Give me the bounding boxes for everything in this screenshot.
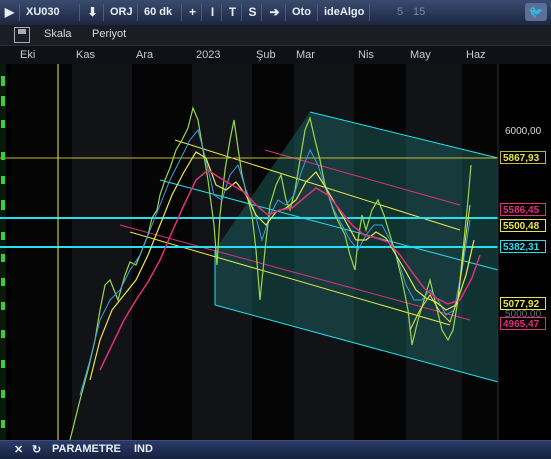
month-label: Kas [76,49,95,61]
plus-icon[interactable]: + [184,4,202,21]
save-icon[interactable] [14,27,30,43]
price-tick-6000: 6000,00 [505,126,542,137]
play-icon[interactable]: ▶ [0,4,20,21]
close-icon[interactable]: ✕ [14,443,23,456]
idealgo-button[interactable]: ideAlgo [320,4,370,21]
month-label: Haz [466,49,486,61]
period-button[interactable]: 60 dk [140,4,182,21]
price-tag-5867: 5867,93 [500,151,546,164]
ind-button[interactable]: IND [134,443,153,455]
month-label: Mar [296,49,315,61]
month-label: Ara [136,49,154,61]
month-label: Şub [256,49,276,61]
chart-toolbar: Skala Periyot [0,25,551,46]
bottom-toolbar: ✕ ↻ PARAMETRE IND [0,440,551,459]
download-icon[interactable]: ⬇ [82,4,104,21]
month-label: May [410,49,431,61]
price-tag-5500: 5500,48 [500,219,546,232]
month-label: Eki [20,49,36,61]
price-chart[interactable] [0,64,551,440]
month-label: Nis [358,49,374,61]
s-tool-icon[interactable]: S [244,4,262,21]
price-tag-5382: 5382,31 [500,240,546,253]
refresh-icon[interactable]: ↻ [32,443,41,456]
top-toolbar: ▶ XU030 ⬇ ORJ 60 dk + I T S ➔ Oto ideAlg… [0,0,551,26]
count-5: 5 [397,6,404,18]
arrow-right-icon[interactable]: ➔ [264,4,286,21]
price-tag-5586: 5586,45 [500,203,546,216]
period-menu-button[interactable]: Periyot [92,28,126,40]
twitter-icon[interactable]: 🐦 [525,3,547,21]
orj-button[interactable]: ORJ [106,4,138,21]
time-axis: Eki Kas Ara 2023 Şub Mar Nis May Haz [0,46,551,64]
count-15: 15 [413,6,426,18]
parametre-button[interactable]: PARAMETRE [52,443,121,455]
oto-button[interactable]: Oto [288,4,318,21]
price-tag-4965: 4965,47 [500,317,546,330]
month-label: 2023 [196,49,221,61]
symbol-selector[interactable]: XU030 [22,4,80,21]
cursor-icon[interactable]: I [204,4,222,21]
text-tool-icon[interactable]: T [224,4,242,21]
scale-button[interactable]: Skala [44,28,72,40]
